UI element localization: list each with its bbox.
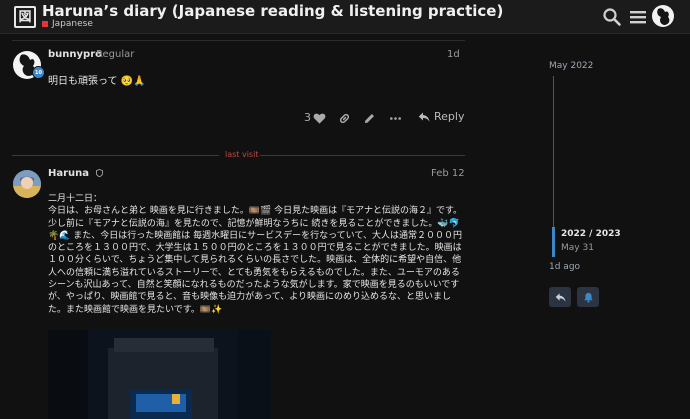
more-options-icon[interactable] [389,112,402,125]
last-visit-divider: last visit [12,150,465,160]
topic-title[interactable]: Haruna’s diary (Japanese reading & liste… [42,2,503,20]
post-body: 明日も頑張って 🥺🙏 [48,76,146,87]
last-visit-label: last visit [225,150,259,159]
current-user-avatar[interactable] [652,5,674,27]
heart-icon[interactable] [313,112,326,125]
site-header: 図 Haruna’s diary (Japanese reading & lis… [0,0,690,34]
timeline-scroll-handle[interactable] [552,227,555,257]
topic-stream: 10 bunnypro Regular 1d 明日も頑張って 🥺🙏 3 Repl… [0,34,470,419]
shield-icon [95,169,103,177]
user-flair-badge: 10 [32,66,45,79]
post-paragraph: 二月十二日： [48,194,103,204]
post-image[interactable] [48,330,271,419]
post-divider [12,40,465,41]
post-user-title: Regular [96,49,135,60]
category-badge[interactable]: Japanese [42,19,93,29]
post-paragraph: 今日は、お母さんと弟と 映画を見に行きました。🎞️🎬 今日見た映画は『モアナと伝… [48,206,463,315]
reply-label: Reply [434,110,465,123]
hamburger-menu-icon[interactable] [628,7,648,27]
timeline-position: 2022 / 2023 [561,229,621,239]
timeline-track[interactable] [553,76,554,227]
topic-timeline: May 2022 2022 / 2023 May 31 1d ago [540,34,690,419]
last-visit-line-right [260,155,465,156]
search-icon[interactable] [602,7,622,27]
post-date[interactable]: Feb 12 [431,168,465,179]
site-logo[interactable]: 図 [14,6,36,28]
timeline-position-date: May 31 [561,243,594,253]
reply-button[interactable]: Reply [418,110,464,123]
category-color-swatch [42,21,48,27]
reply-icon [555,292,566,302]
timeline-end-date[interactable]: 1d ago [549,262,580,272]
link-icon[interactable] [338,112,351,125]
cinema-photo [48,330,271,419]
last-visit-line-left [12,155,219,156]
post-username-text: Haruna [48,168,90,179]
post-date[interactable]: 1d [447,49,460,60]
category-name: Japanese [52,19,93,29]
avatar[interactable] [13,170,41,198]
pencil-icon[interactable] [363,112,376,125]
post-username[interactable]: Haruna [48,168,103,179]
haruna-avatar-icon [13,170,41,198]
bunny-avatar-icon [657,8,670,25]
post-body: 二月十二日： 今日は、お母さんと弟と 映画を見に行きました。🎞️🎬 今日見た映画… [48,193,464,316]
timeline-reply-button[interactable] [549,287,571,307]
like-count[interactable]: 3 [304,111,311,124]
post-username[interactable]: bunnypro [48,49,102,60]
reply-icon [418,112,430,122]
notification-button[interactable] [577,287,599,307]
timeline-start-date[interactable]: May 2022 [549,61,593,71]
bell-icon [583,292,593,303]
